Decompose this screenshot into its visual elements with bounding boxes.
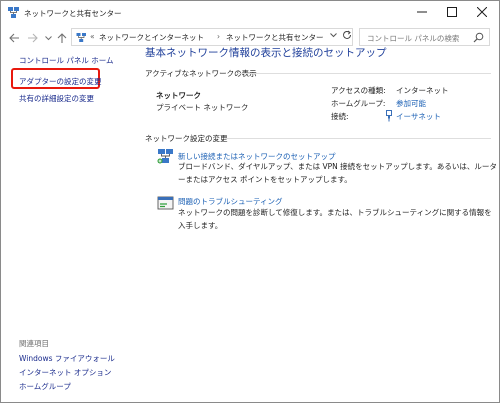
refresh-icon [343, 30, 351, 39]
close-button[interactable] [467, 1, 497, 23]
internet-options-link[interactable]: インターネット オプション [19, 367, 111, 378]
refresh-button[interactable] [342, 30, 352, 43]
minimize-icon [417, 11, 427, 13]
ethernet-connection-link[interactable]: イーサネット [396, 111, 441, 122]
ethernet-icon [385, 110, 393, 122]
control-panel-icon [76, 32, 87, 43]
control-panel-home-link[interactable]: コントロール パネル ホーム [19, 55, 114, 66]
search-placeholder: コントロール パネルの検索 [367, 34, 460, 43]
access-type-label: アクセスの種類: [331, 86, 386, 95]
window-title: ネットワークと共有センター [24, 9, 122, 18]
section-divider [237, 73, 491, 74]
maximize-icon [447, 7, 457, 17]
chevron-down-icon [330, 33, 337, 38]
search-icon [473, 32, 484, 43]
section-divider [225, 138, 491, 139]
address-dropdown[interactable] [330, 32, 337, 40]
homegroup-join-link[interactable]: 参加可能 [396, 98, 426, 109]
network-name: ネットワーク [156, 91, 201, 100]
window: ネットワークと共有センター « ネットワークとインターネット › ネットワークと… [0, 0, 500, 403]
access-type-value: インターネット [396, 86, 449, 95]
troubleshoot-icon [157, 195, 174, 212]
advanced-sharing-settings-link[interactable]: 共有の詳細設定の変更 [19, 93, 94, 104]
close-icon [477, 7, 487, 17]
recent-locations-button[interactable] [41, 31, 55, 45]
address-overflow[interactable]: « [90, 32, 95, 41]
forward-arrow-icon [27, 33, 38, 43]
change-adapter-settings-link[interactable]: アダプターの設定の変更 [19, 76, 102, 87]
network-type: プライベート ネットワーク [156, 103, 249, 112]
up-button[interactable] [55, 31, 69, 45]
page-title: 基本ネットワーク情報の表示と接続のセットアップ [145, 47, 387, 59]
maximize-button[interactable] [437, 1, 467, 23]
homegroup-link[interactable]: ホームグループ [19, 381, 71, 392]
breadcrumb-network-internet[interactable]: ネットワークとインターネット [99, 32, 204, 43]
network-center-icon [7, 6, 20, 19]
search-input[interactable]: コントロール パネルの検索 [359, 28, 490, 46]
windows-firewall-link[interactable]: Windows ファイアウォール [19, 353, 115, 364]
troubleshoot-problems-description: ネットワークの問題を診断して修復します。または、トラブルシューティングに関する情… [178, 208, 492, 230]
back-arrow-icon [8, 33, 19, 43]
chevron-down-icon [44, 35, 52, 40]
minimize-button[interactable] [407, 1, 437, 23]
up-arrow-icon [57, 32, 67, 43]
change-network-settings-heading: ネットワーク設定の変更 [145, 134, 228, 143]
see-also-heading: 関連項目 [19, 339, 49, 348]
connection-label: 接続: [331, 112, 349, 121]
address-bar[interactable]: « ネットワークとインターネット › ネットワークと共有センター [71, 28, 353, 46]
title-bar: ネットワークと共有センター [1, 1, 499, 25]
homegroup-label: ホームグループ: [331, 99, 386, 108]
back-button[interactable] [7, 31, 21, 45]
forward-button[interactable] [25, 31, 39, 45]
setup-new-connection-description: ブロードバンド、ダイヤルアップ、または VPN 接続をセットアップします。あるい… [178, 162, 497, 184]
breadcrumb-sharing-center[interactable]: ネットワークと共有センター [226, 32, 324, 43]
troubleshoot-problems-link[interactable]: 問題のトラブルシューティング [178, 196, 283, 207]
breadcrumb-separator[interactable]: › [217, 32, 220, 41]
new-connection-icon [157, 148, 174, 165]
